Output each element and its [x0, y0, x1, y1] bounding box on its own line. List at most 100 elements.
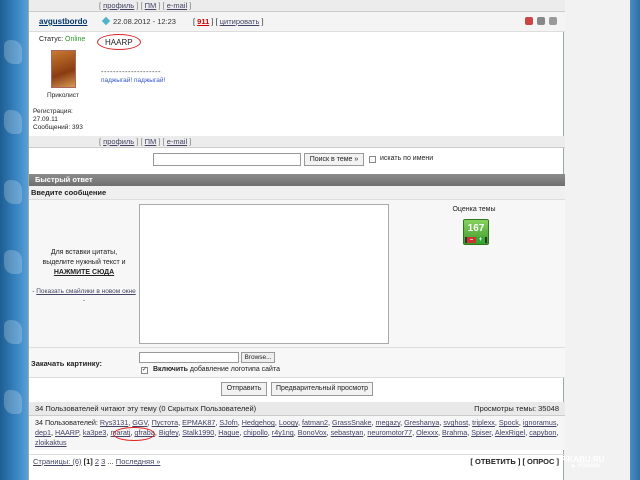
user-link[interactable]: fatman2 — [302, 418, 328, 427]
last-page-link[interactable]: Последняя » — [116, 457, 161, 466]
user-link[interactable]: SJofn — [219, 418, 237, 427]
post-header: avgustbordo 22.08.2012 - 12:23 [ 911 ] [… — [29, 12, 565, 32]
reg-date: 27.09.11 — [33, 116, 58, 123]
user-link[interactable]: megazy — [376, 418, 401, 427]
show-smiles-link[interactable]: Показать смайлики в новом окне — [36, 288, 136, 295]
pager-ellipsis: ... — [107, 457, 114, 466]
pm-link[interactable]: ПМ — [145, 137, 157, 146]
profile-link[interactable]: профиль — [103, 137, 134, 146]
profile-link[interactable]: профиль — [103, 1, 134, 10]
info-icon[interactable] — [537, 17, 545, 25]
user-link[interactable]: AlexRigel — [495, 428, 525, 437]
decor-shape — [4, 390, 22, 414]
decor-shape — [4, 250, 22, 274]
user-link[interactable]: Rys3131 — [100, 418, 128, 427]
send-button[interactable]: Отправить — [221, 382, 267, 396]
preview-button[interactable]: Предварительный просмотр — [271, 382, 373, 396]
user-link[interactable]: Brahma — [442, 428, 467, 437]
user-link[interactable]: zloikaktus — [35, 438, 67, 447]
bottom-linkbar: [ профиль ] [ ПМ ] [ e-mail ] — [29, 136, 565, 148]
quote-link[interactable]: цитировать — [220, 17, 260, 26]
post-icon — [101, 16, 111, 26]
user-link[interactable]: Greshanya — [404, 418, 439, 427]
share-icon[interactable] — [549, 17, 557, 25]
smiles-suffix: - — [82, 297, 86, 304]
page-2-link[interactable]: 2 — [95, 457, 99, 466]
signature: паджыгай! паджыгай! — [101, 77, 166, 84]
pm-link[interactable]: ПМ — [145, 1, 157, 10]
user-list-prefix: 34 Пользователей: — [35, 418, 98, 427]
forum-frame: [ профиль ] [ ПМ ] [ e-mail ] avgustbord… — [28, 0, 565, 480]
pages-label[interactable]: Страницы: (6) — [33, 457, 82, 466]
search-row: Поиск в теме » искать по имени — [29, 150, 565, 170]
avatar[interactable] — [51, 50, 76, 88]
logo-label: Включить добавление логотипа сайта — [153, 366, 280, 373]
reply-poll-buttons[interactable]: [ ОТВЕТИТЬ ] [ ОПРОС ] — [470, 455, 559, 469]
user-link[interactable]: sebastyan — [331, 428, 364, 437]
send-row: Отправить Предварительный просмотр — [29, 378, 565, 400]
decor-shape — [4, 180, 22, 204]
message-textarea[interactable] — [139, 204, 389, 344]
quote-click-here[interactable]: НАЖМИТЕ СЮДА — [31, 268, 137, 278]
user-link[interactable]: Loogy — [279, 418, 298, 427]
user-link[interactable]: Hague — [218, 428, 239, 437]
user-link[interactable]: GGV — [132, 418, 147, 427]
readers-count: 34 Пользователей читают эту тему (0 Скры… — [35, 404, 257, 413]
back-to-top-link[interactable]: ▲ Наверх — [570, 462, 600, 469]
enter-message-label: Введите сообщение — [29, 186, 565, 200]
user-link[interactable]: svghost — [443, 418, 468, 427]
search-by-name-label: искать по имени — [380, 155, 434, 162]
file-input[interactable] — [139, 352, 239, 363]
rating-plus-button[interactable]: + — [476, 237, 485, 243]
email-link[interactable]: e-mail — [167, 1, 187, 10]
report-icon[interactable] — [525, 17, 533, 25]
user-link[interactable]: chipollo — [243, 428, 267, 437]
search-button[interactable]: Поиск в теме » — [304, 153, 364, 166]
search-input[interactable] — [153, 153, 301, 166]
user-link[interactable]: Olexxx — [416, 428, 438, 437]
user-link[interactable]: r4y1ng — [272, 428, 294, 437]
user-link[interactable]: Пустота — [152, 418, 179, 427]
right-margin — [564, 0, 630, 480]
show-smiles: - Показать смайлики в новом окне - — [31, 287, 137, 305]
upload-label: Закачать картинку: — [31, 359, 103, 368]
red-circle-annotation — [97, 34, 141, 50]
user-link[interactable]: BonoVox — [298, 428, 327, 437]
user-link[interactable]: GrassSnake — [332, 418, 372, 427]
page-3-link[interactable]: 3 — [101, 457, 105, 466]
status-label: Статус: — [39, 36, 64, 43]
email-link[interactable]: e-mail — [167, 137, 187, 146]
current-page: [1] — [83, 457, 93, 466]
logo-label-rest: добавление логотипа сайта — [189, 366, 280, 373]
user-link[interactable]: capybon — [529, 428, 556, 437]
smiles-prefix: - — [32, 288, 35, 295]
user-link[interactable]: ka3pe3 — [83, 428, 107, 437]
reply-area: Для вставки цитаты, выделите нужный текс… — [29, 200, 565, 348]
post-number-link[interactable]: 911 — [197, 17, 209, 26]
user-link[interactable]: Bigfey — [159, 428, 178, 437]
logo-checkbox[interactable]: ✓ — [141, 367, 148, 374]
decor-shape — [4, 40, 22, 64]
rating-controls: – + — [465, 237, 487, 243]
message-count: Сообщений: 393 — [33, 124, 83, 131]
user-link[interactable]: Spiser — [471, 428, 491, 437]
search-by-name-checkbox[interactable] — [369, 156, 376, 163]
user-rank: Приколист — [47, 92, 79, 99]
user-link[interactable]: Stalk1990 — [182, 428, 214, 437]
hint-line2: выделите нужный текст и — [42, 259, 126, 266]
browse-button[interactable]: Browse... — [241, 352, 275, 363]
user-link[interactable]: neuromotor77 — [367, 428, 412, 437]
user-link[interactable]: ignoramus — [523, 418, 557, 427]
user-link[interactable]: HAARP — [55, 428, 79, 437]
pagination: Страницы: (6) [1] 2 3 ... Последняя » [ … — [29, 454, 565, 468]
user-link[interactable]: Spock — [499, 418, 519, 427]
user-link[interactable]: triplexx — [472, 418, 495, 427]
decor-shape — [4, 110, 22, 134]
post-header-icons — [525, 17, 557, 25]
rating-minus-button[interactable]: – — [467, 237, 476, 243]
user-link[interactable]: dep1 — [35, 428, 51, 437]
user-link[interactable]: EPMAK87 — [182, 418, 215, 427]
user-link[interactable]: Hedgehog — [242, 418, 275, 427]
post-username[interactable]: avgustbordo — [39, 17, 87, 26]
readers-bar: 34 Пользователей читают эту тему (0 Скры… — [29, 402, 565, 416]
